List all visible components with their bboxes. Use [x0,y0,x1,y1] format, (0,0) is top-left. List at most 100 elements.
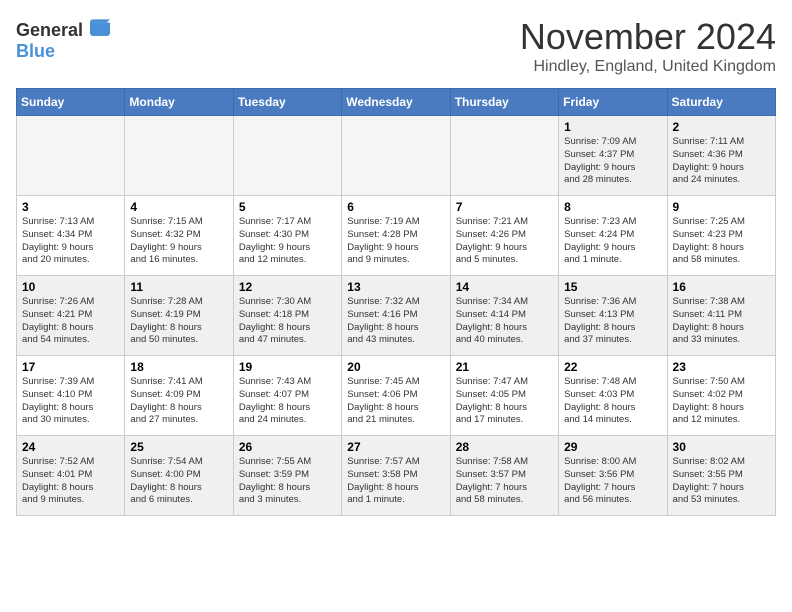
day-info: Sunrise: 7:15 AM Sunset: 4:32 PM Dayligh… [130,216,227,267]
calendar-cell: 30 Sunrise: 8:02 AM Sunset: 3:55 PM Dayli… [667,436,775,516]
week-row-1: 1 Sunrise: 7:09 AM Sunset: 4:37 PM Daylig… [17,116,776,196]
day-number: 30 [673,440,770,454]
logo-text: General Blue [16,16,110,62]
day-info: Sunrise: 7:52 AM Sunset: 4:01 PM Dayligh… [22,456,119,507]
calendar-cell: 7 Sunrise: 7:21 AM Sunset: 4:26 PM Daylig… [450,196,558,276]
col-header-saturday: Saturday [667,89,775,116]
calendar-cell: 27Sunrise: 7:57 AM Sunset: 3:58 PM Dayli… [342,436,450,516]
calendar-cell: 3 Sunrise: 7:13 AM Sunset: 4:34 PM Daylig… [17,196,125,276]
calendar-cell: 12Sunrise: 7:30 AM Sunset: 4:18 PM Dayli… [233,276,341,356]
day-number: 6 [347,200,444,214]
calendar-cell [233,116,341,196]
day-info: Sunrise: 7:09 AM Sunset: 4:37 PM Dayligh… [564,136,661,187]
day-info: Sunrise: 7:43 AM Sunset: 4:07 PM Dayligh… [239,376,336,427]
col-header-thursday: Thursday [450,89,558,116]
day-info: Sunrise: 7:32 AM Sunset: 4:16 PM Dayligh… [347,296,444,347]
day-number: 12 [239,280,336,294]
calendar-cell: 19 Sunrise: 7:43 AM Sunset: 4:07 PM Dayli… [233,356,341,436]
day-number: 16 [673,280,770,294]
day-number: 19 [239,360,336,374]
month-title: November 2024 [520,16,776,58]
day-number: 2 [673,120,770,134]
day-info: Sunrise: 7:23 AM Sunset: 4:24 PM Dayligh… [564,216,661,267]
day-number: 9 [673,200,770,214]
calendar-cell: 25 Sunrise: 7:54 AM Sunset: 4:00 PM Dayli… [125,436,233,516]
day-info: Sunrise: 7:26 AM Sunset: 4:21 PM Dayligh… [22,296,119,347]
day-number: 5 [239,200,336,214]
calendar-cell: 5 Sunrise: 7:17 AM Sunset: 4:30 PM Daylig… [233,196,341,276]
calendar-cell: 13 Sunrise: 7:32 AM Sunset: 4:16 PM Dayli… [342,276,450,356]
day-info: Sunrise: 7:17 AM Sunset: 4:30 PM Dayligh… [239,216,336,267]
day-info: Sunrise: 7:48 AM Sunset: 4:03 PM Dayligh… [564,376,661,427]
calendar-cell [450,116,558,196]
day-number: 4 [130,200,227,214]
calendar-cell [17,116,125,196]
day-number: 22 [564,360,661,374]
day-number: 25 [130,440,227,454]
title-block: November 2024 Hindley, England, United K… [520,16,776,76]
calendar-cell [125,116,233,196]
calendar-table: SundayMondayTuesdayWednesdayThursdayFrid… [16,88,776,516]
day-info: Sunrise: 7:54 AM Sunset: 4:00 PM Dayligh… [130,456,227,507]
day-number: 10 [22,280,119,294]
day-info: Sunrise: 7:25 AM Sunset: 4:23 PM Dayligh… [673,216,770,267]
calendar-cell: 14 Sunrise: 7:34 AM Sunset: 4:14 PM Dayli… [450,276,558,356]
week-row-2: 3 Sunrise: 7:13 AM Sunset: 4:34 PM Daylig… [17,196,776,276]
day-info: Sunrise: 7:28 AM Sunset: 4:19 PM Dayligh… [130,296,227,347]
day-info: Sunrise: 7:38 AM Sunset: 4:11 PM Dayligh… [673,296,770,347]
day-info: Sunrise: 7:39 AM Sunset: 4:10 PM Dayligh… [22,376,119,427]
calendar-cell: 4 Sunrise: 7:15 AM Sunset: 4:32 PM Daylig… [125,196,233,276]
day-info: Sunrise: 8:02 AM Sunset: 3:55 PM Dayligh… [673,456,770,507]
day-info: Sunrise: 7:47 AM Sunset: 4:05 PM Dayligh… [456,376,553,427]
calendar-cell: 26 Sunrise: 7:55 AM Sunset: 3:59 PM Dayli… [233,436,341,516]
day-info: Sunrise: 7:34 AM Sunset: 4:14 PM Dayligh… [456,296,553,347]
logo: General Blue [16,16,110,62]
col-header-monday: Monday [125,89,233,116]
calendar-cell: 8 Sunrise: 7:23 AM Sunset: 4:24 PM Daylig… [559,196,667,276]
logo-general: General [16,20,83,40]
calendar-cell: 20 Sunrise: 7:45 AM Sunset: 4:06 PM Dayli… [342,356,450,436]
week-row-3: 10 Sunrise: 7:26 AM Sunset: 4:21 PM Dayli… [17,276,776,356]
week-row-4: 17Sunrise: 7:39 AM Sunset: 4:10 PM Dayli… [17,356,776,436]
day-info: Sunrise: 7:21 AM Sunset: 4:26 PM Dayligh… [456,216,553,267]
day-number: 18 [130,360,227,374]
day-number: 7 [456,200,553,214]
day-number: 1 [564,120,661,134]
day-info: Sunrise: 7:50 AM Sunset: 4:02 PM Dayligh… [673,376,770,427]
day-number: 8 [564,200,661,214]
day-info: Sunrise: 7:41 AM Sunset: 4:09 PM Dayligh… [130,376,227,427]
day-number: 29 [564,440,661,454]
calendar-cell: 2 Sunrise: 7:11 AM Sunset: 4:36 PM Daylig… [667,116,775,196]
day-number: 15 [564,280,661,294]
calendar-cell: 15 Sunrise: 7:36 AM Sunset: 4:13 PM Dayli… [559,276,667,356]
day-info: Sunrise: 7:45 AM Sunset: 4:06 PM Dayligh… [347,376,444,427]
day-info: Sunrise: 7:36 AM Sunset: 4:13 PM Dayligh… [564,296,661,347]
calendar-cell: 17Sunrise: 7:39 AM Sunset: 4:10 PM Dayli… [17,356,125,436]
day-number: 13 [347,280,444,294]
day-number: 24 [22,440,119,454]
calendar-cell: 23 Sunrise: 7:50 AM Sunset: 4:02 PM Dayli… [667,356,775,436]
logo-icon [90,16,110,36]
day-number: 20 [347,360,444,374]
day-info: Sunrise: 7:11 AM Sunset: 4:36 PM Dayligh… [673,136,770,187]
day-info: Sunrise: 7:57 AM Sunset: 3:58 PM Dayligh… [347,456,444,507]
col-header-tuesday: Tuesday [233,89,341,116]
day-info: Sunrise: 7:58 AM Sunset: 3:57 PM Dayligh… [456,456,553,507]
calendar-cell: 6 Sunrise: 7:19 AM Sunset: 4:28 PM Daylig… [342,196,450,276]
calendar-cell: 16 Sunrise: 7:38 AM Sunset: 4:11 PM Dayli… [667,276,775,356]
calendar-cell: 28Sunrise: 7:58 AM Sunset: 3:57 PM Dayli… [450,436,558,516]
day-number: 3 [22,200,119,214]
calendar-cell: 24 Sunrise: 7:52 AM Sunset: 4:01 PM Dayli… [17,436,125,516]
week-row-5: 24 Sunrise: 7:52 AM Sunset: 4:01 PM Dayli… [17,436,776,516]
day-number: 14 [456,280,553,294]
day-number: 26 [239,440,336,454]
day-info: Sunrise: 7:19 AM Sunset: 4:28 PM Dayligh… [347,216,444,267]
header-row: SundayMondayTuesdayWednesdayThursdayFrid… [17,89,776,116]
logo-blue: Blue [16,41,55,61]
day-number: 23 [673,360,770,374]
calendar-cell: 10 Sunrise: 7:26 AM Sunset: 4:21 PM Dayli… [17,276,125,356]
col-header-friday: Friday [559,89,667,116]
day-info: Sunrise: 7:55 AM Sunset: 3:59 PM Dayligh… [239,456,336,507]
day-info: Sunrise: 7:13 AM Sunset: 4:34 PM Dayligh… [22,216,119,267]
col-header-sunday: Sunday [17,89,125,116]
